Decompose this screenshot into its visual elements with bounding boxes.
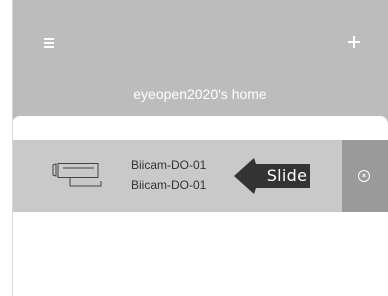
close-circle-icon[interactable] <box>358 170 370 182</box>
device-id: Biicam-DO-01 <box>131 178 207 192</box>
app-screen: eyeopen2020's home Biicam-DO-01 Biicam-D… <box>12 0 388 296</box>
home-title: eyeopen2020's home <box>133 86 267 102</box>
slide-hint: Slide <box>234 158 312 194</box>
slide-label: Slide <box>266 166 308 185</box>
device-name: Biicam-DO-01 <box>131 158 207 172</box>
delete-button[interactable] <box>342 140 388 212</box>
header: eyeopen2020's home <box>12 0 388 132</box>
camera-icon <box>52 163 102 187</box>
plus-icon[interactable] <box>348 36 360 48</box>
divider <box>12 0 13 296</box>
device-card[interactable]: Biicam-DO-01 Biicam-DO-01 Slide <box>12 140 342 212</box>
menu-icon[interactable] <box>44 38 56 48</box>
device-list-item[interactable]: Biicam-DO-01 Biicam-DO-01 Slide <box>12 140 388 212</box>
